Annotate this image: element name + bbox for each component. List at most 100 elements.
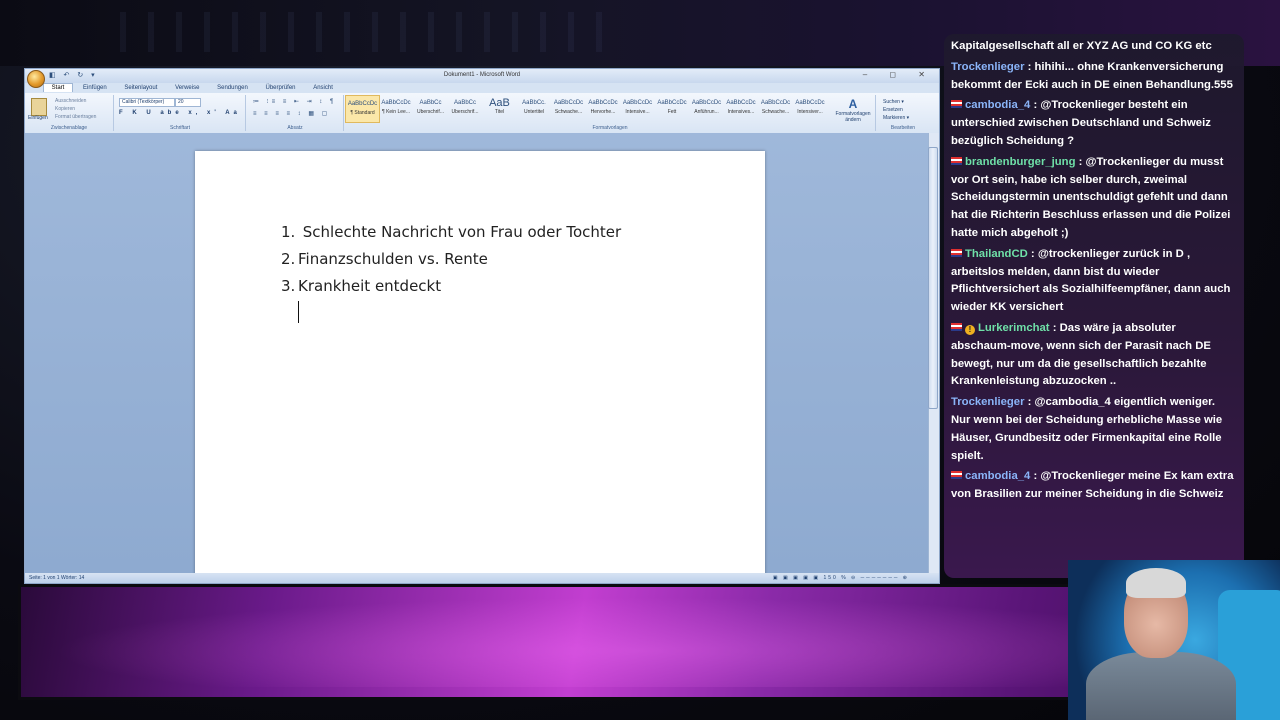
clipboard-group: Einfügen Ausschneiden Kopieren Format üb… — [25, 95, 114, 131]
zoom-controls[interactable]: ▣ ▣ ▣ ▣ ▣ 150 % ⊖ ─────── ⊕ — [773, 575, 909, 581]
style-sample: AaBbCcDc — [381, 100, 411, 106]
select-button[interactable]: Markieren ▾ — [883, 114, 909, 122]
frame-decoration — [120, 12, 620, 52]
paragraph-group: ≔ ⁝≡ ≡ ⇤ ⇥ ↕ ¶ ≡ ≡ ≡ ≡ ↕ ▦ ▢ Absatz — [247, 95, 344, 131]
paragraph-group-label: Absatz — [287, 125, 303, 131]
tab-mailings[interactable]: Sendungen — [209, 84, 256, 92]
document-page[interactable]: 1. Schlechte Nachricht von Frau oder Toc… — [195, 151, 765, 573]
style-name: Fett — [667, 109, 677, 115]
chat-text: @Trockenlieger du musst vor Ort sein, ha… — [951, 155, 1231, 239]
copy-button[interactable]: Kopieren — [55, 105, 96, 113]
style-item[interactable]: AaBbCcDc ¶ Kein Lee... — [380, 95, 413, 121]
style-item[interactable]: AaB Titel — [483, 95, 516, 121]
chat-username[interactable]: Trockenlieger — [951, 396, 1024, 408]
chat-username[interactable]: cambodia_4 — [965, 99, 1030, 111]
style-item[interactable]: AaBbCcDc Fett — [656, 95, 689, 121]
chat-message: ! Lurkerimchat : Das wäre ja absoluter ab… — [951, 320, 1234, 391]
document-area[interactable]: 1. Schlechte Nachricht von Frau oder Toc… — [25, 133, 931, 573]
tab-page-layout[interactable]: Seitenlayout — [116, 84, 165, 92]
style-item[interactable]: AaBbCcDc ¶ Standard — [345, 95, 380, 123]
flag-badge-icon — [951, 248, 962, 257]
list-item[interactable]: 1. Schlechte Nachricht von Frau oder Toc… — [281, 219, 621, 246]
chat-separator: : — [1024, 396, 1035, 409]
style-item[interactable]: AaBbCcDc Intensive... — [621, 95, 654, 121]
chat-message: ThailandCD : @trockenlieger zurück in D … — [951, 246, 1234, 317]
chat-username[interactable]: brandenburger_jung — [965, 156, 1075, 168]
style-item[interactable]: AaBbCcDc Anführun... — [690, 95, 723, 121]
style-item[interactable]: AaBbCcDc Hervorhe... — [587, 95, 620, 121]
style-sample: AaBbCc — [453, 100, 476, 106]
font-group: Calibri (Textkörper) 20 F K U abe x, x' … — [115, 95, 246, 131]
chat-username[interactable]: Lurkerimchat — [978, 322, 1050, 334]
style-name: Untertitel — [523, 109, 544, 115]
tab-references[interactable]: Verweise — [167, 84, 207, 92]
chat-panel: Kapitalgesellschaft all er XYZ AG und CO… — [944, 34, 1244, 578]
paragraph-buttons-row1[interactable]: ≔ ⁝≡ ≡ ⇤ ⇥ ↕ ¶ — [253, 98, 336, 105]
list-number: 3. — [281, 277, 296, 295]
style-sample: AaBbCcDc — [726, 100, 756, 106]
style-sample: AaBbCcDc — [691, 100, 722, 106]
chat-message: cambodia_4 : @Trockenlieger besteht ein … — [951, 97, 1234, 150]
style-item[interactable]: AaBbCcDc Schwache... — [759, 95, 792, 121]
chat-separator: : — [1030, 470, 1041, 483]
numbered-list: 1. Schlechte Nachricht von Frau oder Toc… — [281, 219, 621, 300]
style-name: Titel — [494, 109, 505, 115]
change-styles-label: Formatvorlagen ändern — [835, 111, 871, 123]
tab-start[interactable]: Start — [42, 83, 74, 92]
style-item[interactable]: AaBbCcDc Intensiver... — [794, 95, 827, 121]
style-sample: AaBbCcDc — [795, 100, 825, 106]
change-styles-button[interactable]: A Formatvorlagen ändern — [835, 97, 871, 123]
styles-group: AaBbCcDc ¶ Standard AaBbCcDc ¶ Kein Lee... A… — [345, 95, 876, 131]
tab-review[interactable]: Überprüfen — [257, 84, 303, 92]
scrollbar-thumb[interactable] — [928, 147, 938, 409]
font-group-label: Schriftart — [169, 125, 190, 131]
font-format-buttons[interactable]: F K U abe x, x' Aa — [119, 110, 241, 116]
editing-items: Suchen ▾ Ersetzen Markieren ▾ — [883, 98, 909, 122]
chat-separator: : — [1024, 60, 1035, 73]
style-name: Schwache... — [554, 109, 583, 115]
clipboard-group-label: Zwischenablage — [50, 125, 88, 131]
chat-username[interactable]: ThailandCD — [965, 248, 1028, 260]
list-number: 1. — [281, 223, 296, 241]
list-item[interactable]: 3. Krankheit entdeckt — [281, 273, 621, 300]
list-text: Finanzschulden vs. Rente — [298, 250, 488, 268]
style-item[interactable]: AaBbCc Überschrif... — [414, 95, 447, 121]
clipboard-items: Ausschneiden Kopieren Format übertragen — [55, 97, 96, 121]
tab-view[interactable]: Ansicht — [305, 84, 341, 92]
font-size-select[interactable]: 20 — [175, 98, 201, 107]
find-button[interactable]: Suchen ▾ — [883, 98, 909, 106]
style-sample: AaBbCc. — [522, 100, 546, 106]
style-item[interactable]: AaBbCcDc Intensives... — [725, 95, 758, 121]
person-shirt — [1086, 652, 1236, 720]
font-name-select[interactable]: Calibri (Textkörper) — [119, 98, 175, 107]
style-item[interactable]: AaBbCcDc Schwache... — [552, 95, 585, 121]
office-button[interactable] — [27, 70, 45, 88]
chat-message: Kapitalgesellschaft all er XYZ AG und CO… — [951, 38, 1234, 56]
window-controls[interactable]: – ◻ ✕ — [863, 70, 935, 79]
paste-icon[interactable] — [31, 98, 47, 116]
chat-username[interactable]: cambodia_4 — [965, 470, 1030, 482]
tab-insert[interactable]: Einfügen — [75, 84, 115, 92]
person-hair — [1126, 568, 1186, 598]
list-item[interactable]: 2. Finanzschulden vs. Rente — [281, 246, 621, 273]
chat-username[interactable]: Trockenlieger — [951, 61, 1024, 73]
flag-badge-icon — [951, 471, 962, 480]
format-painter-button[interactable]: Format übertragen — [55, 113, 96, 121]
paste-button[interactable]: Einfügen — [28, 115, 48, 121]
replace-button[interactable]: Ersetzen — [883, 106, 909, 114]
style-sample: AaB — [489, 97, 510, 109]
editing-group: Suchen ▾ Ersetzen Markieren ▾ Bearbeiten — [877, 95, 929, 131]
style-item[interactable]: AaBbCc Überschrif... — [449, 95, 482, 121]
style-sample: AaBbCcDc — [760, 100, 791, 106]
status-bar: Seite: 1 von 1 Wörter: 14 ▣ ▣ ▣ ▣ ▣ 150 … — [25, 573, 939, 583]
page-word-count[interactable]: Seite: 1 von 1 Wörter: 14 — [29, 575, 84, 581]
style-item[interactable]: AaBbCc. Untertitel — [518, 95, 551, 121]
cut-button[interactable]: Ausschneiden — [55, 97, 96, 105]
style-name: Überschrif... — [417, 109, 444, 115]
editing-group-label: Bearbeiten — [890, 125, 916, 131]
style-name: ¶ Kein Lee... — [382, 109, 410, 115]
word-window: ◧ ↶ ↻ ▾ Dokument1 - Microsoft Word – ◻ ✕… — [24, 68, 940, 584]
style-name: Überschrif... — [451, 109, 479, 115]
style-sample: AaBbCcDc — [347, 101, 378, 107]
paragraph-buttons-row2[interactable]: ≡ ≡ ≡ ≡ ↕ ▦ ▢ — [253, 110, 330, 117]
